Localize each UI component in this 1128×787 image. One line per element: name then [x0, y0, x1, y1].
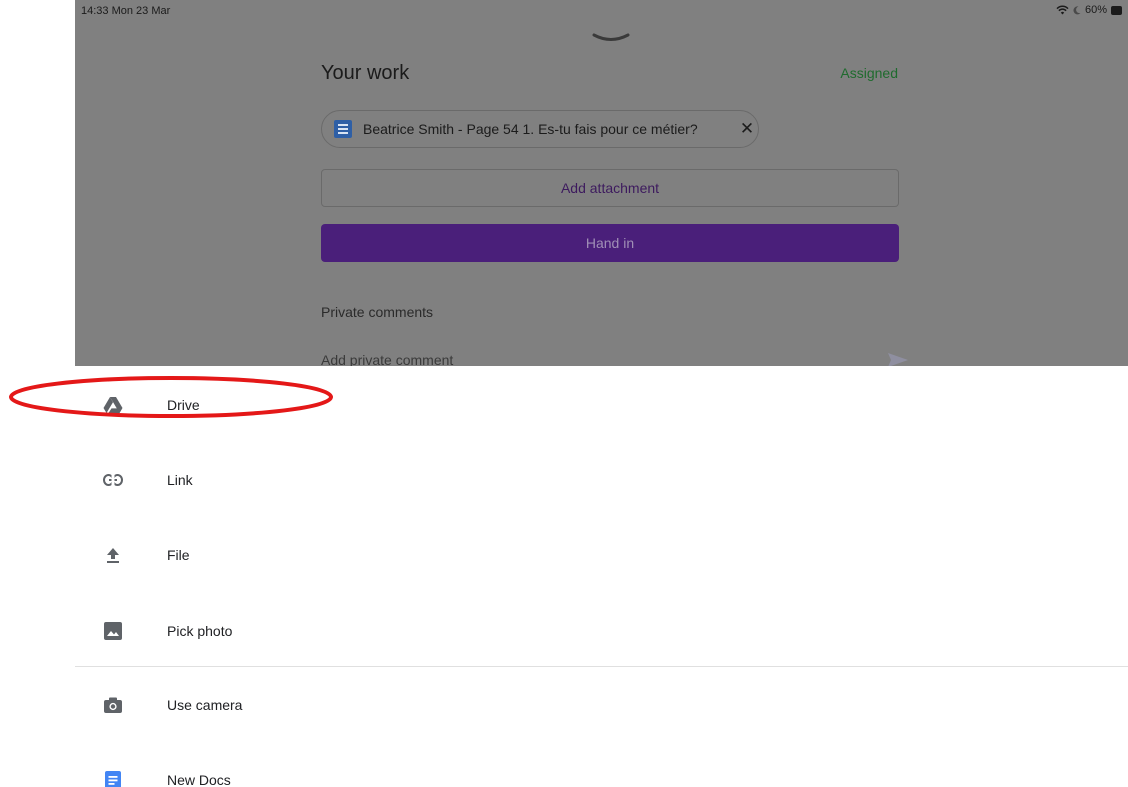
menu-item-label: Link	[167, 472, 193, 488]
menu-item-pick-photo[interactable]: Pick photo	[75, 611, 1128, 651]
dimmed-background[interactable]: 14:33 Mon 23 Mar 60% Your work Assigned	[75, 0, 1128, 366]
remove-attachment-icon[interactable]: ✕	[736, 118, 758, 140]
private-comments-title: Private comments	[321, 304, 434, 320]
camera-icon	[103, 695, 123, 715]
menu-item-link[interactable]: Link	[75, 460, 1128, 500]
status-time: 14:33 Mon 23 Mar	[81, 5, 171, 17]
attach-options-menu: Drive Link File Pick photo Use camera Ne…	[0, 366, 1128, 787]
wifi-icon	[1056, 5, 1069, 15]
attachment-name: Beatrice Smith - Page 54 1. Es-tu fais p…	[363, 121, 698, 137]
docs-file-icon	[334, 120, 352, 138]
menu-item-use-camera[interactable]: Use camera	[75, 685, 1128, 725]
photo-icon	[103, 621, 123, 641]
status-indicators: 60%	[1056, 4, 1122, 16]
status-bar: 14:33 Mon 23 Mar 60%	[75, 0, 1128, 22]
menu-item-label: File	[167, 547, 190, 563]
docs-icon	[103, 770, 123, 787]
menu-item-label: Use camera	[167, 697, 243, 713]
hand-in-button[interactable]: Hand in	[321, 224, 899, 262]
drive-icon	[103, 395, 123, 415]
upload-icon	[103, 545, 123, 565]
your-work-title: Your work	[321, 62, 410, 84]
menu-item-new-docs[interactable]: New Docs	[75, 760, 1128, 787]
menu-item-file[interactable]: File	[75, 535, 1128, 575]
screen: 14:33 Mon 23 Mar 60% Your work Assigned	[0, 0, 1128, 787]
menu-item-label: New Docs	[167, 772, 231, 787]
sheet-collapse-handle-icon[interactable]	[591, 32, 631, 44]
menu-divider	[75, 666, 1128, 667]
battery-percent: 60%	[1084, 4, 1107, 16]
battery-icon	[1111, 5, 1122, 15]
assignment-status: Assigned	[840, 65, 898, 81]
menu-item-drive[interactable]: Drive	[75, 385, 1128, 425]
attachment-chip[interactable]: Beatrice Smith - Page 54 1. Es-tu fais p…	[321, 110, 759, 148]
private-comment-input[interactable]: Add private comment	[321, 352, 453, 366]
menu-item-label: Drive	[167, 397, 200, 413]
add-attachment-button[interactable]: Add attachment	[321, 169, 899, 207]
link-icon	[103, 470, 123, 490]
send-icon[interactable]	[887, 352, 909, 366]
moon-icon	[1073, 5, 1081, 14]
menu-item-label: Pick photo	[167, 623, 233, 639]
